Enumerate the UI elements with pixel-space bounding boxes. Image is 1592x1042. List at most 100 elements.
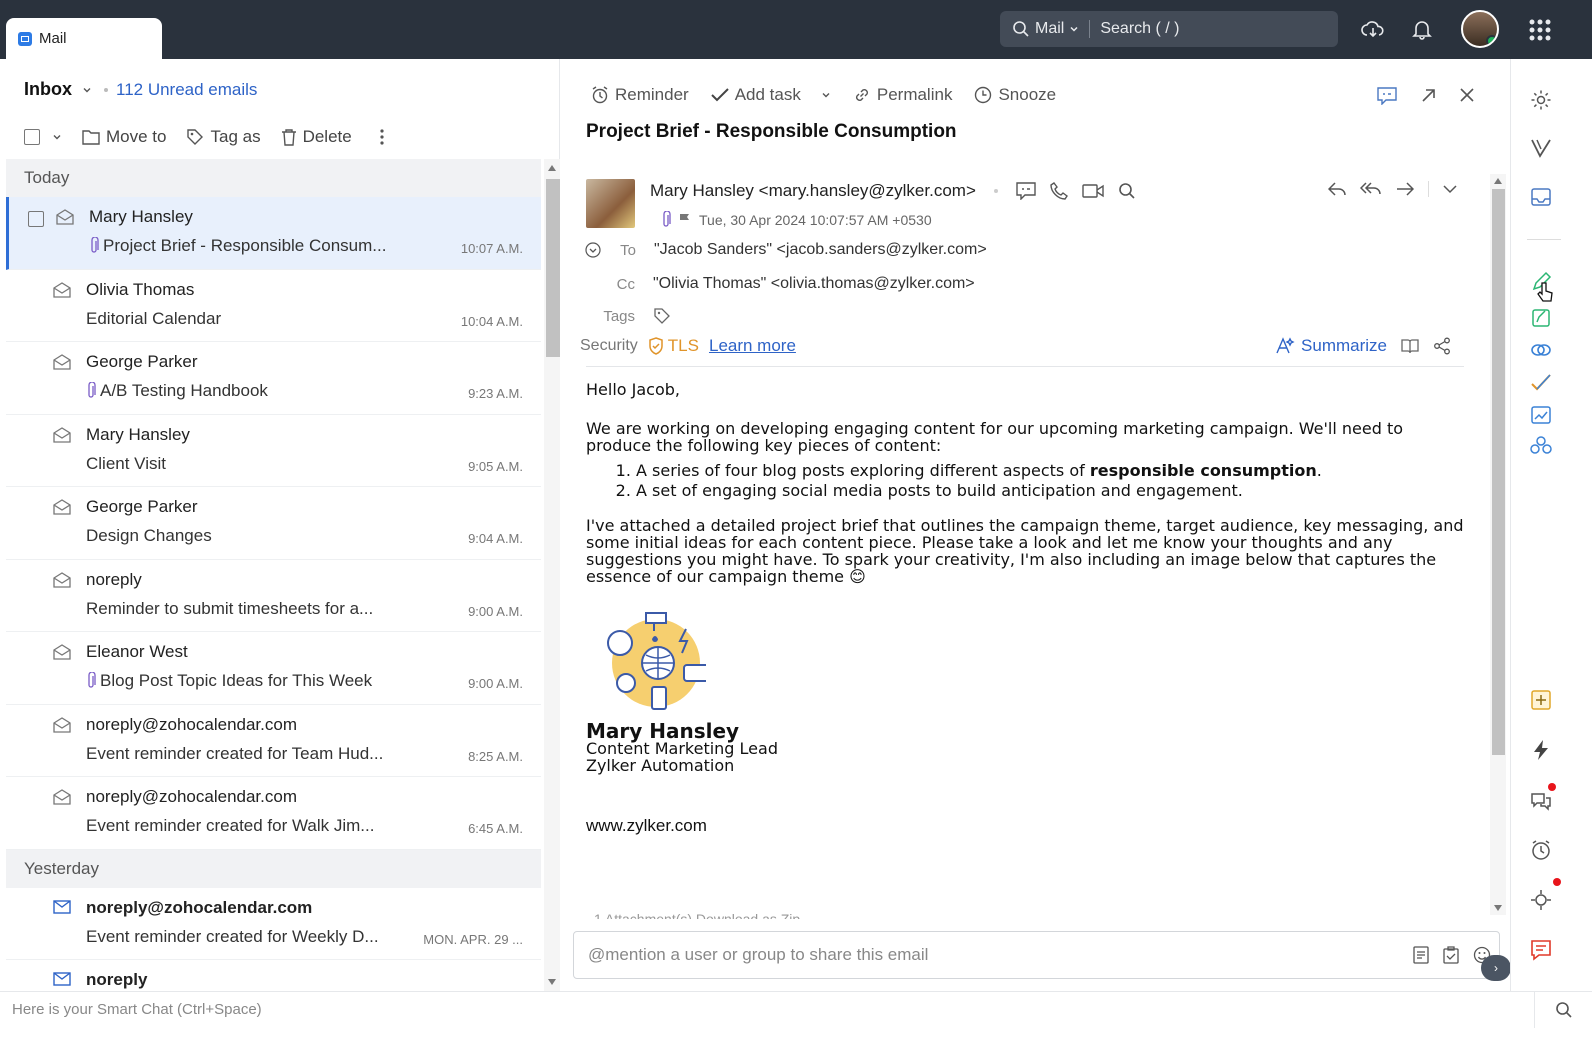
message-date: Tue, 30 Apr 2024 10:07:57 AM +0530 bbox=[699, 212, 932, 228]
chevron-down-icon[interactable] bbox=[821, 90, 831, 100]
chat-bubbles-icon[interactable] bbox=[1530, 790, 1552, 812]
user-avatar[interactable] bbox=[1461, 10, 1499, 48]
snooze-button[interactable]: Snooze bbox=[974, 85, 1056, 105]
forward-icon[interactable] bbox=[1396, 182, 1414, 196]
expand-panel-button[interactable]: › bbox=[1481, 955, 1511, 981]
email-list-item[interactable]: noreply@zohocalendar.com Event reminder c… bbox=[6, 705, 541, 777]
chevron-down-icon[interactable] bbox=[82, 85, 92, 95]
app-grid-icon[interactable] bbox=[1529, 19, 1551, 41]
envelope-icon bbox=[53, 899, 71, 914]
delete-label: Delete bbox=[302, 127, 352, 146]
feedback-chat-icon[interactable] bbox=[1530, 939, 1552, 961]
signature-title: Content Marketing Lead bbox=[586, 739, 778, 758]
task-clipboard-icon[interactable] bbox=[1443, 946, 1459, 964]
cc-recipient[interactable]: "Olivia Thomas" <olivia.thomas@zylker.co… bbox=[653, 275, 975, 293]
reading-pane: Reminder Add task Permalink Snooze Proje… bbox=[561, 59, 1511, 991]
search-icon bbox=[1013, 21, 1029, 37]
sender-avatar[interactable] bbox=[586, 179, 635, 228]
video-call-icon[interactable] bbox=[1082, 183, 1104, 199]
open-in-new-window-icon[interactable] bbox=[1419, 87, 1437, 105]
lightning-icon[interactable] bbox=[1530, 739, 1552, 761]
reading-mode-icon[interactable] bbox=[1401, 338, 1419, 354]
reminder-button[interactable]: Reminder bbox=[591, 85, 689, 105]
search-scope-label: Mail bbox=[1035, 20, 1065, 37]
campaign-theme-image[interactable] bbox=[586, 609, 706, 717]
email-list-item[interactable]: noreply@zohocalendar.com Event reminder c… bbox=[6, 888, 541, 960]
folder-icon bbox=[82, 130, 100, 145]
email-list-item[interactable]: Mary Hansley Client Visit 9:05 A.M. bbox=[6, 415, 541, 487]
sender-address[interactable]: Mary Hansley <mary.hansley@zylker.com> bbox=[650, 181, 976, 201]
share-icon[interactable] bbox=[1433, 337, 1451, 355]
unread-count-link[interactable]: 112 Unread emails bbox=[116, 80, 257, 100]
summarize-button[interactable]: Summarize bbox=[1275, 336, 1387, 356]
email-list-item[interactable]: noreply Reminder to submit timesheets for… bbox=[6, 560, 541, 632]
search-scope-dropdown[interactable]: Mail bbox=[1000, 20, 1079, 38]
permalink-button[interactable]: Permalink bbox=[853, 85, 952, 105]
smart-chat-bar[interactable]: Here is your Smart Chat (Ctrl+Space) bbox=[0, 991, 1592, 1028]
tab-mail[interactable]: Mail bbox=[6, 18, 162, 59]
flag-icon[interactable] bbox=[679, 213, 691, 227]
email-list-item[interactable]: Mary Hansley Project Brief - Responsible … bbox=[6, 197, 541, 270]
move-to-button[interactable]: Move to bbox=[82, 127, 166, 147]
linked-rings-icon[interactable] bbox=[1530, 341, 1552, 359]
email-list-item[interactable]: Eleanor West Blog Post Topic Ideas for Th… bbox=[6, 632, 541, 705]
signature-pen-icon[interactable] bbox=[1530, 307, 1552, 329]
notification-dot bbox=[1553, 878, 1561, 886]
reply-icon[interactable] bbox=[1328, 182, 1346, 196]
mail-list: Today Mary Hansley Project Brief - Respon… bbox=[6, 159, 541, 991]
add-widget-icon[interactable] bbox=[1530, 689, 1552, 711]
search-input[interactable]: Search ( / ) bbox=[1100, 20, 1179, 38]
message-scrollbar[interactable] bbox=[1490, 174, 1506, 915]
chevron-down-icon bbox=[1070, 26, 1078, 32]
puzzle-flower-icon[interactable] bbox=[1530, 436, 1552, 458]
smart-chat-input[interactable]: Here is your Smart Chat (Ctrl+Space) bbox=[12, 1001, 262, 1018]
email-list-item[interactable]: noreply bbox=[6, 960, 541, 991]
chevron-down-icon[interactable] bbox=[1443, 184, 1457, 194]
email-subject: Editorial Calendar bbox=[86, 308, 222, 328]
global-search[interactable]: Mail Search ( / ) bbox=[1000, 11, 1338, 47]
mention-share-input[interactable]: @mention a user or group to share this e… bbox=[573, 931, 1500, 979]
email-list-item[interactable]: Olivia Thomas Editorial Calendar 10:04 A.M… bbox=[6, 270, 541, 342]
email-list-item[interactable]: George Parker A/B Testing Handbook 9:23 A.… bbox=[6, 342, 541, 415]
scrollbar-thumb[interactable] bbox=[546, 179, 560, 357]
brand-v-icon[interactable] bbox=[1530, 138, 1552, 158]
smart-chat-search-button[interactable] bbox=[1534, 992, 1592, 1028]
comment-panel-icon[interactable] bbox=[1377, 87, 1397, 105]
learn-more-link[interactable]: Learn more bbox=[709, 336, 796, 356]
more-options-icon[interactable] bbox=[380, 129, 384, 145]
chat-icon[interactable] bbox=[1016, 182, 1036, 200]
shield-check-icon bbox=[649, 337, 663, 355]
content-list-item-1: A series of four blog posts exploring di… bbox=[636, 462, 1466, 479]
activity-icon[interactable] bbox=[1530, 889, 1552, 911]
check-pencil-icon[interactable] bbox=[1530, 373, 1552, 393]
add-task-button[interactable]: Add task bbox=[710, 85, 831, 105]
search-icon[interactable] bbox=[1118, 182, 1136, 200]
email-list-item[interactable]: George Parker Design Changes 9:04 A.M. bbox=[6, 487, 541, 560]
signature-website[interactable]: www.zylker.com bbox=[586, 817, 1466, 834]
analytics-chart-icon[interactable] bbox=[1530, 405, 1552, 425]
alarm-clock-icon[interactable] bbox=[1530, 839, 1552, 861]
reply-all-icon[interactable] bbox=[1360, 182, 1382, 196]
to-recipient[interactable]: "Jacob Sanders" <jacob.sanders@zylker.co… bbox=[654, 241, 987, 259]
note-icon[interactable] bbox=[1413, 946, 1429, 964]
tag-icon[interactable] bbox=[653, 307, 671, 325]
gear-icon[interactable] bbox=[1530, 89, 1552, 111]
email-time: 6:45 A.M. bbox=[468, 821, 523, 836]
email-time: 9:00 A.M. bbox=[468, 676, 523, 691]
folder-title[interactable]: Inbox bbox=[24, 79, 72, 100]
email-list-item[interactable]: noreply@zohocalendar.com Event reminder c… bbox=[6, 777, 541, 850]
expand-circle-icon[interactable] bbox=[585, 242, 601, 258]
scrollbar-thumb[interactable] bbox=[1492, 189, 1505, 755]
cloud-sync-icon[interactable] bbox=[1361, 18, 1385, 40]
close-icon[interactable] bbox=[1459, 87, 1475, 103]
phone-icon[interactable] bbox=[1050, 182, 1068, 200]
tag-as-button[interactable]: Tag as bbox=[186, 127, 261, 147]
mail-list-scrollbar[interactable] bbox=[544, 159, 560, 991]
chevron-down-icon[interactable] bbox=[52, 132, 62, 142]
email-select-checkbox[interactable] bbox=[28, 211, 44, 227]
inbox-tray-icon[interactable] bbox=[1530, 187, 1552, 207]
attachments-section[interactable]: 1 Attachment(s) Download as Zip bbox=[594, 911, 994, 919]
bell-icon[interactable] bbox=[1411, 18, 1433, 40]
select-all-checkbox[interactable] bbox=[24, 129, 40, 145]
delete-button[interactable]: Delete bbox=[281, 127, 352, 147]
